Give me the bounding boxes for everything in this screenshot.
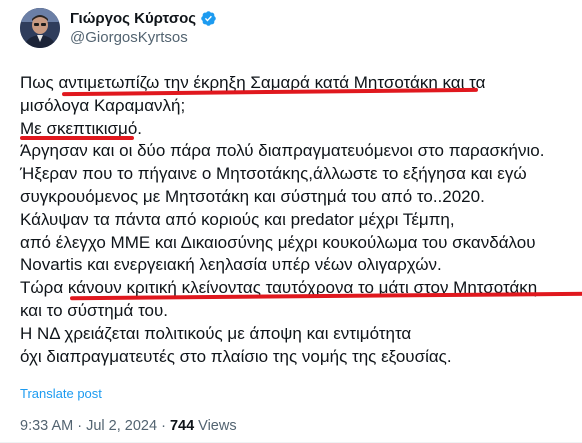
profile-photo-icon	[20, 8, 60, 48]
red-underline-2	[20, 135, 134, 140]
tweet-line-text: συγκρουόμενος με Μητσοτάκη και σύστημά τ…	[20, 186, 485, 206]
tweet-line: Με σκεπτικισμό.	[20, 118, 572, 141]
tweet-line: από έλεγχο ΜΜΕ και Δικαιοσύνης μέχρι κου…	[20, 232, 572, 255]
tweet-date[interactable]: Jul 2, 2024	[86, 418, 157, 434]
tweet-line-text: όχι διαπραγματευτές στο πλαίσιο της νομή…	[20, 346, 452, 366]
tweet-line: Άργησαν και οι δύο πάρα πολύ διαπραγματε…	[20, 140, 572, 163]
tweet-line-text: Novartis και ενεργειακή λεηλασία υπέρ νέ…	[20, 255, 442, 275]
tweet-line-text: Κάλυψαν τα πάντα από κοριούς και predato…	[20, 209, 455, 229]
meta-separator: ·	[157, 418, 170, 434]
tweet-line: Τώρα κάνουν κριτική κλείνοντας ταυτόχρον…	[20, 277, 582, 301]
tweet-line: και το σύστημά του.	[20, 300, 572, 323]
tweet-line: συγκρουόμενος με Μητσοτάκη και σύστημά τ…	[20, 186, 572, 209]
tweet-line: Κάλυψαν τα πάντα από κοριούς και predato…	[20, 209, 572, 232]
tweet-line-text: μισόλογα Καραμανλή;	[20, 95, 186, 115]
tweet-line-text: από έλεγχο ΜΜΕ και Δικαιοσύνης μέχρι κου…	[20, 232, 536, 252]
views-count: 744	[169, 418, 195, 434]
display-name-row[interactable]: Γιώργος Κύρτσος	[70, 9, 217, 28]
meta-separator: ·	[73, 418, 87, 434]
tweet-card: Γιώργος Κύρτσος @GiorgosKyrtsos Πως αντι…	[0, 0, 582, 443]
display-name[interactable]: Γιώργος Κύρτσος	[70, 9, 196, 28]
tweet-line: Πως αντιμετωπίζω την έκρηξη Σαμαρά κατά …	[20, 72, 572, 97]
views-label: Views	[194, 418, 237, 434]
tweet-header: Γιώργος Κύρτσος @GiorgosKyrtsos	[20, 8, 217, 48]
tweet-line-text: Άργησαν και οι δύο πάρα πολύ διαπραγματε…	[20, 141, 545, 161]
avatar[interactable]	[20, 8, 60, 48]
tweet-line: Ήξεραν που το πήγαινε ο Μητσοτάκης,άλλωσ…	[20, 163, 572, 186]
tweet-line-text: και το σύστημά του.	[20, 300, 169, 320]
tweet-line: όχι διαπραγματευτές στο πλαίσιο της νομή…	[20, 346, 572, 369]
author-handle[interactable]: @GiorgosKyrtsos	[70, 28, 217, 48]
verified-badge-icon[interactable]	[200, 10, 217, 27]
tweet-line-text: Η ΝΔ χρειάζεται πολιτικούς με άποψη και …	[20, 323, 412, 343]
tweet-line-text: Ήξεραν που το πήγαινε ο Μητσοτάκης,άλλωσ…	[20, 164, 527, 184]
tweet-meta: 9:33 AM · Jul 2, 2024 · 744 Views	[20, 418, 237, 434]
tweet-text: Πως αντιμετωπίζω την έκρηξη Σαμαρά κατά …	[20, 72, 582, 369]
tweet-line: Novartis και ενεργειακή λεηλασία υπέρ νέ…	[20, 254, 572, 277]
tweet-line: μισόλογα Καραμανλή;	[20, 95, 572, 118]
translate-post-link[interactable]: Translate post	[20, 386, 102, 401]
tweet-line: Η ΝΔ χρειάζεται πολιτικούς με άποψη και …	[20, 323, 572, 346]
tweet-line-text: Με σκεπτικισμό.	[20, 118, 142, 138]
tweet-time[interactable]: 9:33 AM	[20, 418, 73, 434]
author-info: Γιώργος Κύρτσος @GiorgosKyrtsos	[70, 9, 217, 48]
